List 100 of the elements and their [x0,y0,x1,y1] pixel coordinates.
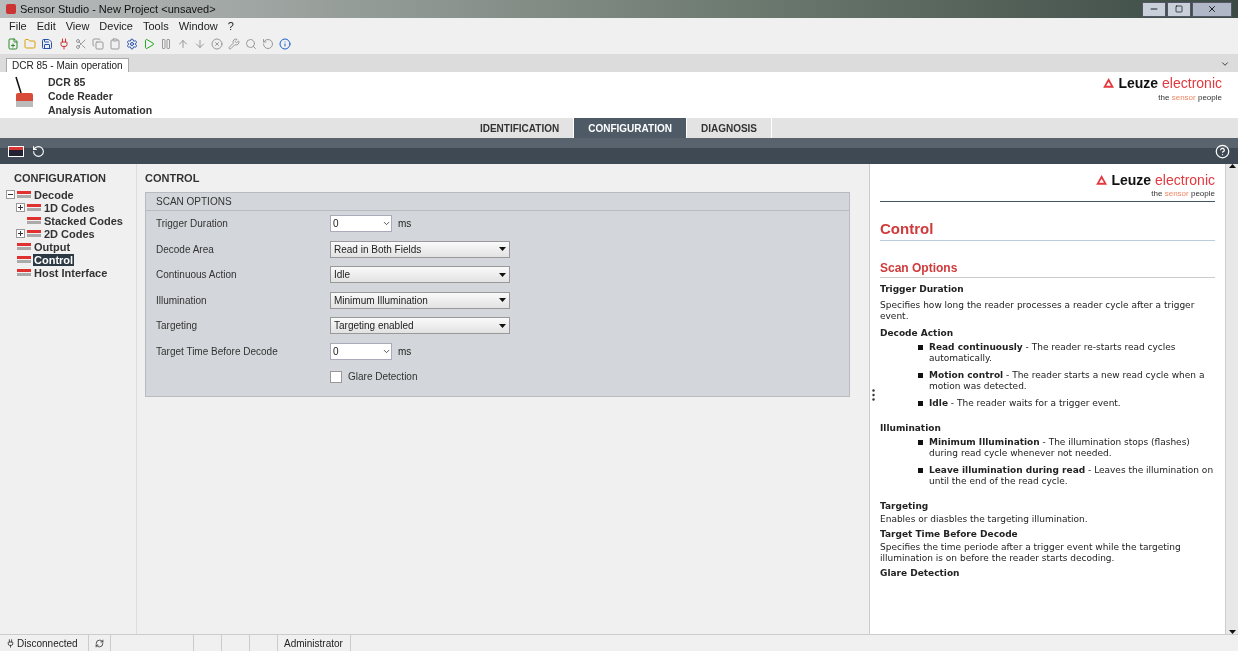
brand-tagline: the sensor people [1151,189,1215,198]
tree-item[interactable]: 2D Codes [43,227,96,240]
brand-tagline: the sensor people [1158,93,1222,102]
minimize-button[interactable] [1142,1,1166,17]
menu-item[interactable]: Edit [31,20,61,32]
field-label: Target Time Before Decode [156,345,279,357]
help-heading: Illumination [880,423,942,433]
scrollbar[interactable] [1225,164,1238,634]
menu-item[interactable]: Window [173,20,223,32]
tree-item[interactable]: Stacked Codes [43,214,124,227]
device-name: DCR 85 [48,75,87,89]
node-icon [17,255,31,264]
node-icon [17,190,31,199]
field-label: Trigger Duration [156,218,229,230]
help-icon[interactable] [1215,143,1230,159]
window-title: Sensor Studio - New Project <unsaved> [20,3,216,15]
dropdown[interactable]: Read in Both Fields [330,240,510,258]
close-button[interactable] [1192,1,1232,17]
help-section-title: Scan Options [880,261,1215,278]
menu-item[interactable]: View [60,20,95,32]
help-heading: Trigger Duration [880,284,965,294]
dropdown-arrow-icon [499,247,506,252]
refresh-icon[interactable] [95,638,104,648]
tree-item[interactable]: Host Interface [33,266,109,279]
node-icon [27,203,41,212]
bullet-icon [918,468,923,473]
checkbox-label: Glare Detection [348,371,418,383]
unit-label: ms [398,218,412,230]
node-icon [17,268,31,277]
help-text: Specifies the time periode after a trigger event while the targeting illumination is on before the reader starts decoding. [880,542,1182,564]
bullet-icon [918,401,923,406]
connection-status: Disconnected [17,637,78,649]
node-icon [27,216,41,225]
field-label: Continuous Action [156,269,238,281]
scroll-down-icon [1228,630,1236,634]
expand-icon[interactable] [16,203,25,212]
dropdown[interactable]: Targeting enabled [330,317,510,335]
close-icon [1207,4,1217,14]
splitter-grip-icon[interactable] [872,389,875,401]
field-label: Illumination [156,294,208,306]
toolbar-icon[interactable] [40,38,54,50]
help-text: Enables or diasbles the targeting illumination. [880,514,1089,525]
checkbox[interactable] [330,370,342,383]
help-heading: Glare Detection [880,568,961,578]
tree-item[interactable]: Control [33,253,75,266]
number-field[interactable]: 0 [330,342,392,360]
content-title: CONTROL [145,172,201,184]
document-tab[interactable]: DCR 85 - Main operation [6,58,129,72]
reset-icon[interactable] [32,144,45,158]
toolbar-icon[interactable] [6,38,20,50]
help-heading: Targeting [880,501,930,511]
number-field[interactable]: 0 [330,215,392,233]
tab[interactable]: CONFIGURATION [574,118,687,138]
toolbar-icon[interactable] [125,38,139,50]
tree-item[interactable]: 1D Codes [43,201,96,214]
brand-suffix: electronic [1155,172,1215,188]
toolbar-icon[interactable] [278,38,292,50]
tree-item[interactable]: Output [33,240,72,253]
device-category: Analysis Automation [48,103,153,117]
menu-item[interactable]: ? [222,20,239,32]
dropdown[interactable]: Idle [330,266,510,284]
tree-item[interactable]: Decode [33,188,75,201]
brand-logo-icon [1103,78,1115,88]
dropdown-arrow-icon [499,272,506,277]
help-bullet-text: Motion control - The reader starts a new read cycle when a motion was detected. [929,370,1206,392]
help-bullet-text: Leave illumination during read - Leaves the illumination on until the end of the read cycle. [929,465,1215,487]
toolbar-icon[interactable] [57,38,71,50]
field-label: Targeting [156,320,199,332]
dropdown[interactable]: Minimum Illumination [330,291,510,309]
help-bullet-text: Idle - The reader waits for a trigger event. [929,398,1121,409]
menu-item[interactable]: Tools [138,20,174,32]
maximize-icon [1175,5,1183,13]
menu-item[interactable]: Device [94,20,138,32]
bullet-icon [918,440,923,445]
help-heading: Target Time Before Decode [880,529,1019,539]
field-label: Decode Area [156,243,215,255]
node-icon [27,229,41,238]
help-bullet-text: Read continuously - The reader re-starts read cycles automatically. [929,342,1177,364]
expand-icon[interactable] [16,229,25,238]
bullet-icon [918,345,923,350]
screen-icon[interactable] [8,145,24,157]
toolbar-icon[interactable] [142,38,156,50]
maximize-button[interactable] [1167,1,1191,17]
brand-suffix: electronic [1162,75,1222,91]
dropdown-icon[interactable] [1220,59,1230,69]
bullet-icon [918,373,923,378]
brand-logo-icon [1096,175,1108,185]
dropdown-arrow-icon [499,298,506,303]
menu-item[interactable]: File [4,20,32,32]
app-icon [6,4,16,14]
help-heading: Decode Action [880,328,955,338]
help-title: Control [880,202,1215,241]
user-name: Administrator [284,637,343,649]
device-type: Code Reader [48,89,114,103]
brand-name: Leuze [1111,172,1152,188]
unit-label: ms [398,345,412,357]
help-bullet-text: Minimum Illumination - The illumination stops (flashes) during read cycle whenever not needed. [929,437,1191,459]
collapse-icon[interactable] [6,190,15,199]
help-text: Specifies how long the reader processes a reader cycle after a trigger event. [880,300,1196,322]
dropdown-arrow-icon [499,323,506,328]
